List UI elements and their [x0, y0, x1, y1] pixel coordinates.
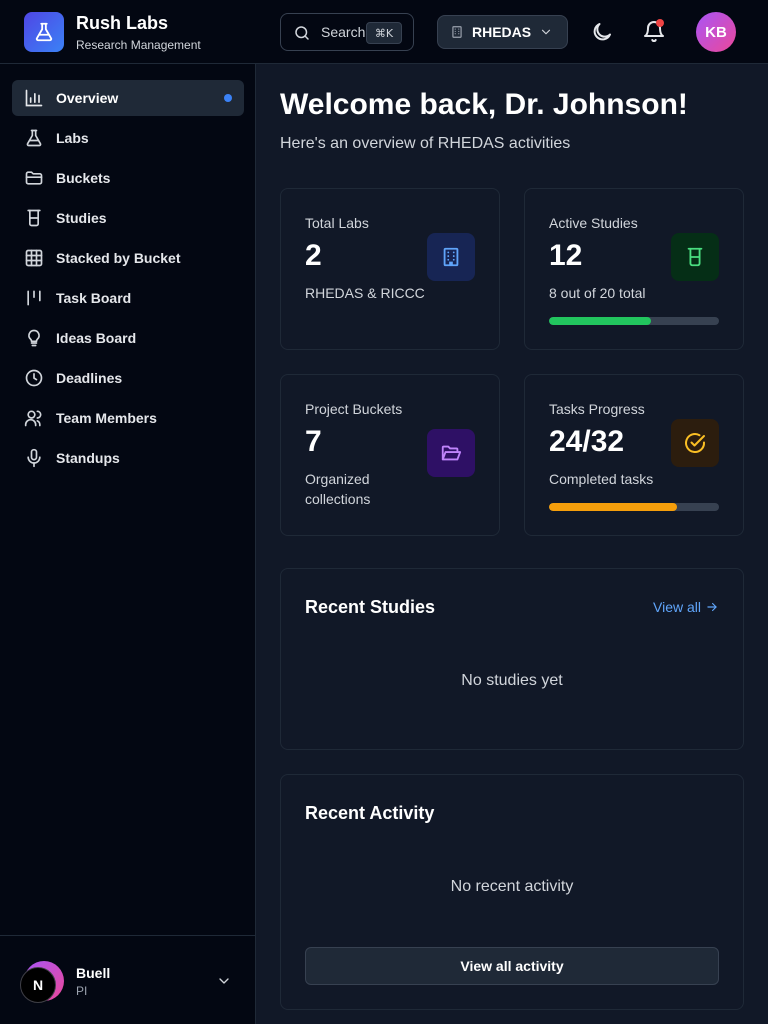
- check-circle-icon: [685, 433, 706, 453]
- sidebar-item-label: Stacked by Bucket: [56, 250, 181, 266]
- stat-subtext: RHEDAS & RICCC: [305, 285, 425, 301]
- arrow-right-icon: [707, 602, 717, 612]
- building-icon: [443, 247, 459, 267]
- stat-card-tasks-progress[interactable]: Tasks Progress 24/32 Completed tasks: [524, 374, 744, 536]
- sidebar-item-deadlines[interactable]: Deadlines: [12, 360, 244, 396]
- building-icon: [452, 26, 462, 38]
- stat-value: 12: [549, 239, 583, 272]
- section-title: Recent Studies: [305, 597, 436, 617]
- search-icon: [295, 26, 309, 40]
- search-button[interactable]: Search ⌘K: [280, 13, 414, 51]
- dev-badge[interactable]: N: [20, 967, 56, 1003]
- stat-icon-box: [427, 233, 475, 281]
- sidebar-item-label: Standups: [56, 450, 120, 466]
- app-logo[interactable]: [24, 12, 64, 52]
- grid-icon: [25, 249, 43, 267]
- stat-subtext: Completed tasks: [549, 471, 654, 487]
- empty-state-text: No recent activity: [450, 878, 574, 895]
- section-title: Recent Activity: [305, 803, 435, 823]
- stat-label: Project Buckets: [305, 401, 403, 417]
- lab-selector[interactable]: RHEDAS: [437, 15, 568, 49]
- flask-icon: [26, 129, 42, 147]
- sidebar-item-label: Labs: [56, 130, 89, 146]
- stat-card-project-buckets[interactable]: Project Buckets 7 Organized collections: [280, 374, 500, 536]
- view-all-link[interactable]: View all: [653, 599, 719, 615]
- chevron-down-icon: [219, 978, 229, 984]
- user-name: Buell: [76, 965, 111, 981]
- stat-label: Tasks Progress: [549, 401, 645, 417]
- search-shortcut-badge: ⌘K: [366, 22, 402, 44]
- sidebar-user-menu[interactable]: N Buell PI: [0, 935, 256, 1024]
- kanban-icon: [27, 290, 41, 306]
- user-role: PI: [76, 984, 88, 998]
- microphone-icon: [27, 448, 41, 468]
- sidebar-item-label: Overview: [56, 90, 119, 106]
- empty-state-text: No studies yet: [461, 672, 563, 689]
- recent-studies-panel: Recent Studies View all No studies yet: [280, 568, 744, 750]
- lightbulb-icon: [28, 329, 40, 347]
- stat-subtext: Organized collections: [305, 471, 371, 507]
- stat-icon-box: [671, 233, 719, 281]
- theme-toggle-button[interactable]: [590, 20, 614, 44]
- search-label: Search: [321, 24, 366, 40]
- sidebar-item-label: Buckets: [56, 170, 111, 186]
- sidebar-item-overview[interactable]: Overview: [12, 80, 244, 116]
- sidebar-item-stacked-by-bucket[interactable]: Stacked by Bucket: [12, 240, 244, 276]
- view-all-label: View all: [653, 599, 701, 615]
- stat-subtext: 8 out of 20 total: [549, 285, 646, 301]
- progress-bar: [549, 317, 719, 325]
- stat-value: 24/32: [549, 425, 625, 458]
- user-avatar[interactable]: KB: [696, 12, 736, 52]
- stat-label: Total Labs: [305, 215, 369, 231]
- moon-icon: [593, 23, 611, 41]
- brand-subtitle: Research Management: [76, 38, 201, 52]
- sidebar-item-studies[interactable]: Studies: [12, 200, 244, 236]
- folder-open-icon: [441, 445, 462, 461]
- progress-fill: [549, 317, 651, 325]
- sidebar-item-standups[interactable]: Standups: [12, 440, 244, 476]
- page-title: Welcome back, Dr. Johnson!: [280, 88, 688, 121]
- stat-value: 2: [305, 239, 322, 272]
- stat-card-active-studies[interactable]: Active Studies 12 8 out of 20 total: [524, 188, 744, 350]
- stat-label: Active Studies: [549, 215, 638, 231]
- page-subtitle: Here's an overview of RHEDAS activities: [280, 135, 571, 152]
- top-header: Rush Labs Research Management Search ⌘K …: [0, 0, 768, 64]
- bar-chart-icon: [25, 89, 43, 107]
- stat-icon-box: [427, 429, 475, 477]
- sidebar-item-buckets[interactable]: Buckets: [12, 160, 244, 196]
- stat-card-total-labs[interactable]: Total Labs 2 RHEDAS & RICCC: [280, 188, 500, 350]
- flask-icon: [35, 22, 53, 42]
- view-all-activity-button[interactable]: View all activity: [305, 947, 719, 985]
- sidebar-item-label: Task Board: [56, 290, 132, 306]
- active-indicator: [224, 94, 232, 102]
- recent-activity-panel: Recent Activity No recent activity View …: [280, 774, 744, 1010]
- beaker-icon: [27, 209, 41, 227]
- sidebar-item-label: Team Members: [56, 410, 157, 426]
- sidebar-item-task-board[interactable]: Task Board: [12, 280, 244, 316]
- beaker-icon: [687, 247, 703, 267]
- sidebar-item-team-members[interactable]: Team Members: [12, 400, 244, 436]
- brand-name: Rush Labs: [76, 13, 169, 33]
- progress-bar: [549, 503, 719, 511]
- sidebar-item-label: Ideas Board: [56, 330, 137, 346]
- notification-dot: [656, 19, 664, 27]
- sidebar: Overview Labs Buckets Studies Stacked by…: [0, 64, 256, 1024]
- progress-fill: [549, 503, 677, 511]
- sidebar-item-labs[interactable]: Labs: [12, 120, 244, 156]
- lab-selector-value: RHEDAS: [472, 24, 532, 40]
- stat-value: 7: [305, 425, 322, 458]
- users-icon: [24, 410, 42, 427]
- sidebar-item-ideas-board[interactable]: Ideas Board: [12, 320, 244, 356]
- sidebar-item-label: Deadlines: [56, 370, 123, 386]
- sidebar-item-label: Studies: [56, 210, 107, 226]
- clock-icon: [25, 369, 43, 387]
- chevron-down-icon: [542, 29, 551, 35]
- folder-icon: [25, 171, 43, 185]
- stat-icon-box: [671, 419, 719, 467]
